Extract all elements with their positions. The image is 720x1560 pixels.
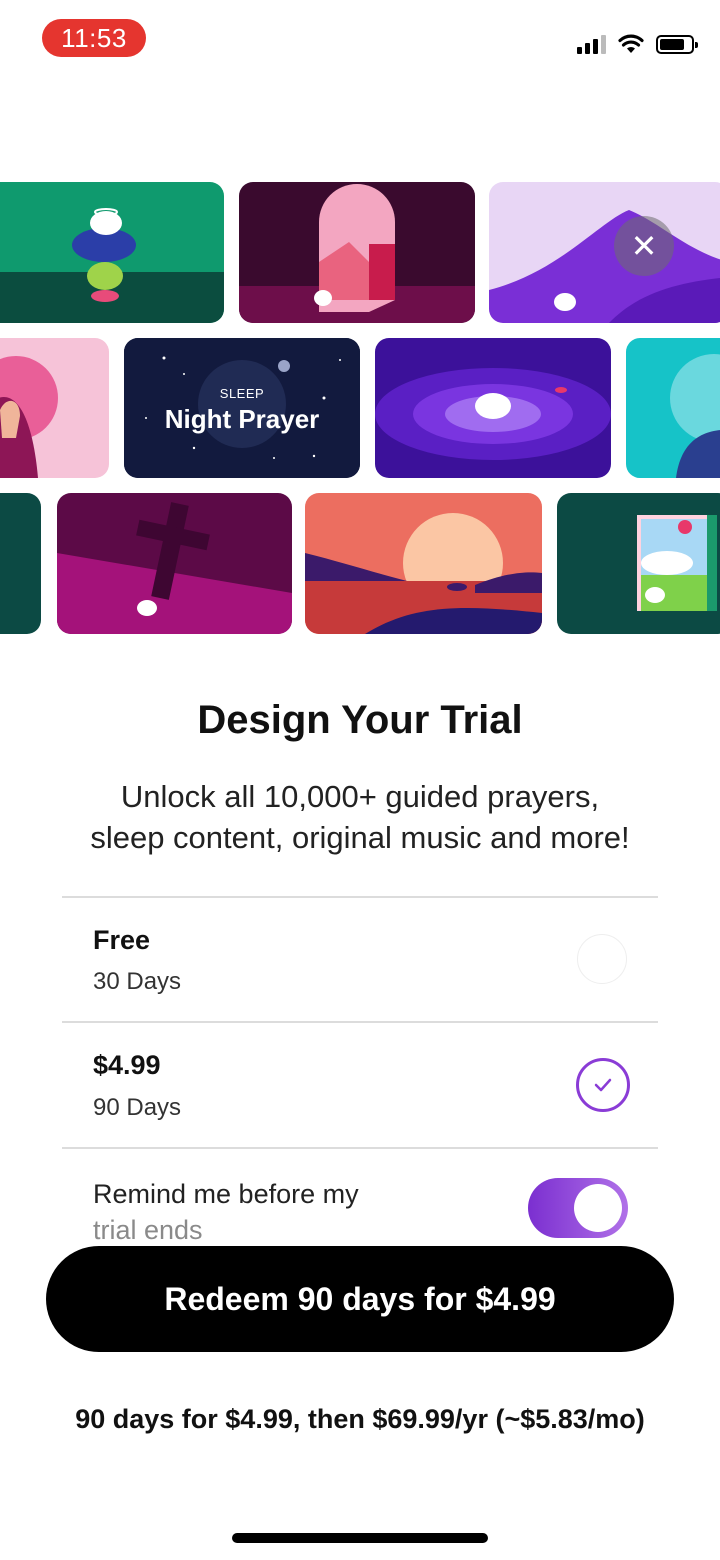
close-icon: ✕ [630, 228, 658, 264]
toggle-knob [574, 1184, 622, 1232]
divider [62, 1147, 658, 1149]
divider [62, 896, 658, 898]
night-tile-eyebrow: SLEEP [219, 386, 265, 401]
art-tile-window-meadow [557, 493, 720, 634]
page-subtitle: Unlock all 10,000+ guided prayers, sleep… [40, 776, 680, 858]
status-icons [577, 30, 698, 58]
status-bar: 11:53 [0, 0, 720, 80]
plan-option-duration: 30 Days [93, 968, 182, 995]
plan-option-duration: 90 Days [93, 1094, 182, 1121]
radio-selected-icon[interactable] [576, 1058, 630, 1112]
art-tile-pink-doorway [239, 182, 475, 323]
checkmark-icon [594, 1078, 612, 1092]
art-tile-sunset-lake [305, 493, 542, 634]
cellular-signal-icon [577, 34, 606, 54]
status-time: 11:53 [42, 19, 146, 57]
reminder-toggle[interactable] [528, 1178, 628, 1238]
art-tile-stacked-stones [0, 182, 224, 323]
plan-option-title: Free [93, 925, 151, 955]
plan-option-title: $4.99 [93, 1050, 161, 1080]
price-note: 90 days for $4.99, then $69.99/yr (~$5.8… [75, 1404, 645, 1434]
wifi-icon [618, 34, 644, 53]
reminder-label: Remind me before my trial ends [93, 1176, 473, 1248]
art-tile-cross [57, 493, 292, 634]
reminder-label-line-2: trial ends [93, 1215, 203, 1245]
night-tile-title: Night Prayer [164, 404, 320, 434]
reminder-label-line-1: Remind me before my [93, 1179, 359, 1209]
art-tile-teal-figure [626, 338, 720, 478]
close-button[interactable]: ✕ [614, 216, 674, 276]
radio-unselected-icon[interactable] [577, 934, 627, 984]
page-title: Design Your Trial [197, 698, 523, 742]
divider [62, 1021, 658, 1023]
art-tile-pink-figure [0, 338, 109, 478]
art-tile-purple-ripples [375, 338, 611, 478]
subtitle-line-2: sleep content, original music and more! [90, 820, 630, 855]
battery-icon [656, 34, 698, 54]
art-tile-dark-teal [0, 493, 41, 634]
subtitle-line-1: Unlock all 10,000+ guided prayers, [120, 779, 600, 814]
art-tile-purple-hill [489, 182, 720, 323]
redeem-button[interactable]: Redeem 90 days for $4.99 [46, 1246, 674, 1352]
home-indicator[interactable] [232, 1533, 488, 1543]
art-tile-night-prayer[interactable]: SLEEP Night Prayer [124, 338, 360, 478]
